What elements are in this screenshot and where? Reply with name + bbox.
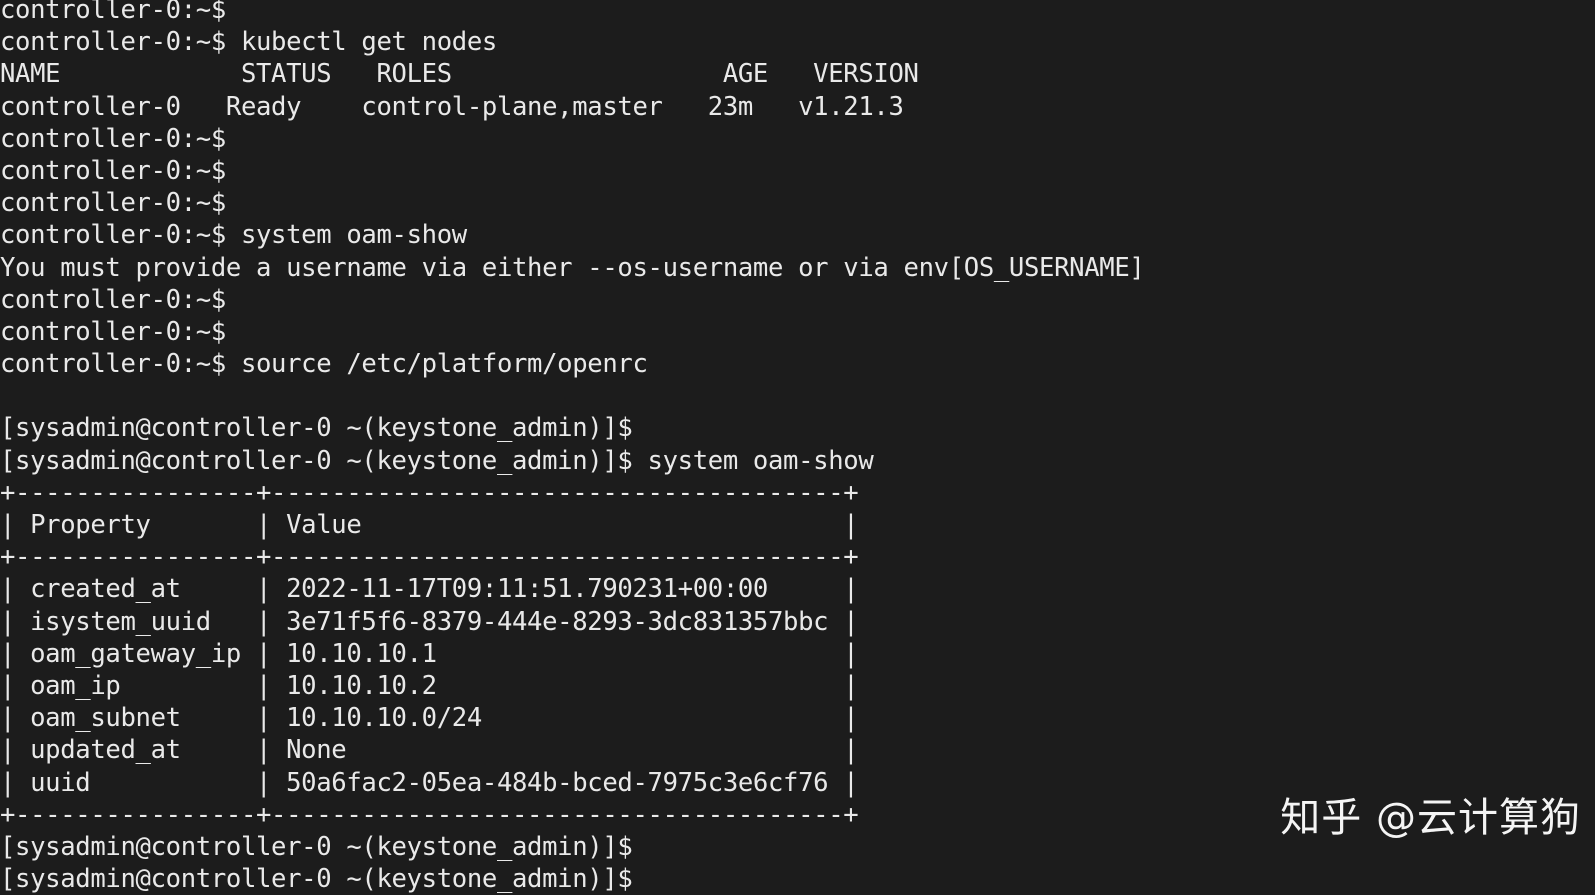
terminal-line: [sysadmin@controller-0 ~(keystone_admin)… <box>0 831 633 862</box>
terminal-line: | oam_subnet | 10.10.10.0/24 | <box>0 703 859 734</box>
terminal-line: You must provide a username via either -… <box>0 252 1145 283</box>
terminal-line: controller-0:~$ <box>0 284 226 315</box>
terminal-line: +----------------+----------------------… <box>0 477 859 508</box>
terminal-line: controller-0:~$ kubectl get nodes <box>0 27 497 58</box>
terminal-line: controller-0:~$ <box>0 0 226 25</box>
terminal-line: controller-0 Ready control-plane,master … <box>0 91 904 122</box>
terminal-line: [sysadmin@controller-0 ~(keystone_admin)… <box>0 864 633 895</box>
terminal-line: [sysadmin@controller-0 ~(keystone_admin)… <box>0 413 633 444</box>
terminal-line: | updated_at | None | <box>0 735 859 766</box>
terminal-line: [sysadmin@controller-0 ~(keystone_admin)… <box>0 445 874 476</box>
terminal-line: controller-0:~$ <box>0 188 226 219</box>
terminal-line: | isystem_uuid | 3e71f5f6-8379-444e-8293… <box>0 606 859 637</box>
terminal-line: | oam_ip | 10.10.10.2 | <box>0 670 859 701</box>
terminal-line: | Property | Value | <box>0 510 859 540</box>
terminal-line: controller-0:~$ source /etc/platform/ope… <box>0 349 648 380</box>
zhihu-watermark: 知乎 @云计算狗 <box>1280 795 1581 841</box>
terminal-line: controller-0:~$ <box>0 155 226 186</box>
terminal-window[interactable]: controller-0:~$ controller-0:~$ kubectl g… <box>0 0 1595 895</box>
terminal-line: | created_at | 2022-11-17T09:11:51.79023… <box>0 574 859 605</box>
terminal-line: controller-0:~$ system oam-show <box>0 220 467 251</box>
terminal-output: controller-0:~$ controller-0:~$ kubectl g… <box>0 0 1145 895</box>
terminal-line: | oam_gateway_ip | 10.10.10.1 | <box>0 638 859 669</box>
terminal-line: NAME STATUS ROLES AGE VERSION <box>0 59 919 90</box>
terminal-line: controller-0:~$ <box>0 316 226 347</box>
terminal-line: +----------------+----------------------… <box>0 542 859 573</box>
terminal-line: controller-0:~$ <box>0 123 226 154</box>
terminal-line: +----------------+----------------------… <box>0 799 859 830</box>
terminal-line: | uuid | 50a6fac2-05ea-484b-bced-7975c3e… <box>0 767 859 798</box>
